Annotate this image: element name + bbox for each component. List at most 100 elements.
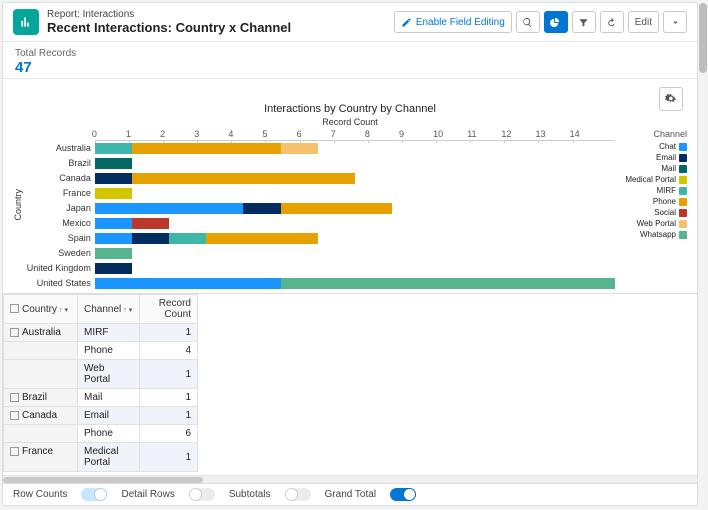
chart-icon [550, 17, 561, 28]
x-tick: 12 [501, 129, 538, 140]
bar-segment[interactable] [95, 218, 132, 229]
bar-segment[interactable] [169, 233, 206, 244]
bar-segment[interactable] [132, 218, 169, 229]
legend-swatch [679, 220, 687, 228]
legend-item[interactable]: Chat [619, 142, 687, 151]
grand-total-toggle[interactable] [390, 488, 416, 501]
checkbox[interactable] [10, 447, 19, 456]
legend-item[interactable]: Web Portal [619, 219, 687, 228]
bar-segment[interactable] [281, 203, 392, 214]
filter-icon [578, 17, 589, 28]
x-tick: 14 [570, 129, 607, 140]
bar-segment[interactable] [95, 203, 244, 214]
sort-asc-icon: ↑ [59, 307, 63, 314]
cell-country [4, 425, 78, 443]
legend-item[interactable]: Mail [619, 164, 687, 173]
table-row: CanadaEmail1 [4, 407, 198, 425]
y-category: United States [27, 276, 95, 291]
col-record-count[interactable]: Record Count [140, 295, 198, 324]
detail-rows-toggle[interactable] [189, 488, 215, 501]
cell-country [4, 360, 78, 389]
bar-segment[interactable] [132, 143, 281, 154]
subtotals-toggle[interactable] [285, 488, 311, 501]
y-category: Spain [27, 231, 95, 246]
x-tick: 11 [467, 129, 504, 140]
horizontal-scrollbar[interactable] [3, 475, 697, 483]
col-country[interactable]: Country↑▾ [4, 295, 78, 324]
cell-country: Canada [4, 407, 78, 425]
y-axis-categories: AustraliaBrazilCanadaFranceJapanMexicoSp… [27, 141, 95, 291]
legend-item[interactable]: Phone [619, 197, 687, 206]
bar-segment[interactable] [281, 278, 615, 289]
totals-panel: Total Records 47 [3, 42, 697, 79]
checkbox[interactable] [10, 411, 19, 420]
enable-field-editing-button[interactable]: Enable Field Editing [394, 11, 512, 33]
chart-toggle-button[interactable] [544, 11, 568, 33]
cell-channel: Email [78, 407, 140, 425]
table-row: Phone4 [4, 342, 198, 360]
x-tick: 10 [433, 129, 470, 140]
bar-segment[interactable] [95, 278, 281, 289]
window-scrollbar[interactable] [699, 3, 707, 73]
chevron-down-icon [670, 17, 681, 28]
legend-item[interactable]: Email [619, 153, 687, 162]
bar-segment[interactable] [95, 173, 132, 184]
legend-swatch [679, 143, 687, 151]
cell-record-count: 1 [140, 324, 198, 342]
legend-swatch [679, 231, 687, 239]
cell-channel: Web Portal [78, 360, 140, 389]
col-channel[interactable]: Channel↑▾ [78, 295, 140, 324]
bar-row [95, 246, 615, 261]
search-button[interactable] [516, 11, 540, 33]
legend-swatch [679, 176, 687, 184]
chart-bars [95, 141, 615, 291]
row-counts-toggle[interactable] [81, 488, 107, 501]
bar-segment[interactable] [95, 143, 132, 154]
chart-title: Interactions by Country by Channel [13, 103, 687, 115]
header-titles: Report: Interactions Recent Interactions… [47, 9, 394, 35]
checkbox[interactable] [10, 328, 19, 337]
bar-segment[interactable] [95, 158, 132, 169]
bar-row [95, 261, 615, 276]
bar-segment[interactable] [132, 173, 355, 184]
edit-button[interactable]: Edit [628, 11, 659, 33]
x-tick: 8 [365, 129, 402, 140]
bar-segment[interactable] [281, 143, 318, 154]
refresh-button[interactable] [600, 11, 624, 33]
legend-swatch [679, 165, 687, 173]
bar-segment[interactable] [243, 203, 280, 214]
dropdown-icon[interactable]: ▾ [65, 307, 69, 314]
bar-segment[interactable] [95, 248, 132, 259]
report-icon [13, 9, 39, 35]
x-tick: 5 [262, 129, 299, 140]
bar-segment[interactable] [95, 233, 132, 244]
cell-record-count: 4 [140, 342, 198, 360]
y-category: Brazil [27, 156, 95, 171]
legend-item[interactable]: MIRF [619, 186, 687, 195]
legend-item[interactable]: Whatsapp [619, 230, 687, 239]
bar-row [95, 276, 615, 291]
legend-swatch [679, 187, 687, 195]
bar-row [95, 231, 615, 246]
bar-segment[interactable] [132, 233, 169, 244]
y-category: Sweden [27, 246, 95, 261]
dropdown-icon[interactable]: ▾ [129, 307, 133, 314]
x-tick: 3 [194, 129, 231, 140]
row-counts-label: Row Counts [13, 489, 67, 500]
legend-item[interactable]: Social [619, 208, 687, 217]
y-category: Canada [27, 171, 95, 186]
filter-button[interactable] [572, 11, 596, 33]
checkbox[interactable] [10, 304, 19, 313]
x-tick: 13 [535, 129, 572, 140]
chart-panel: Interactions by Country by Channel Recor… [3, 79, 697, 293]
chart-settings-button[interactable] [659, 87, 683, 111]
legend-item[interactable]: Medical Portal [619, 175, 687, 184]
more-actions-button[interactable] [663, 11, 687, 33]
bar-segment[interactable] [95, 263, 132, 274]
bar-segment[interactable] [206, 233, 317, 244]
x-tick: 7 [331, 129, 368, 140]
checkbox[interactable] [10, 393, 19, 402]
bar-segment[interactable] [95, 188, 132, 199]
x-tick: 9 [399, 129, 436, 140]
cell-record-count: 1 [140, 443, 198, 472]
